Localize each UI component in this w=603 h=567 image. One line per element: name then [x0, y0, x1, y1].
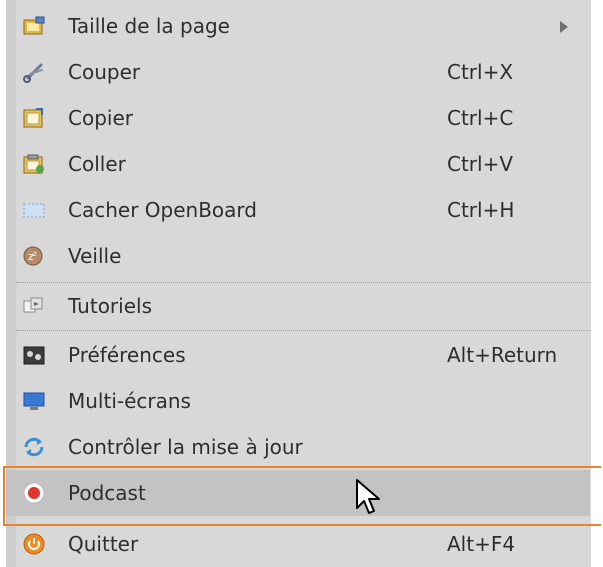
svg-text:z: z [33, 250, 37, 258]
multi-screen-icon [22, 390, 46, 412]
menu-item-tutorials[interactable]: Tutoriels [6, 283, 590, 329]
menu-item-hide-openboard[interactable]: Cacher OpenBoard Ctrl+H [6, 187, 590, 233]
menu-item-shortcut: Ctrl+C [447, 106, 514, 130]
menu-item-quit[interactable]: Quitter Alt+F4 [6, 521, 590, 567]
scissors-icon [22, 61, 46, 83]
menu-item-multi-screen[interactable]: Multi-écrans [6, 378, 590, 424]
page-size-icon [22, 15, 46, 37]
menu-item-shortcut: Alt+Return [447, 343, 558, 367]
menu-item-paste[interactable]: Coller Ctrl+V [6, 141, 590, 187]
menu-item-label: Veille [68, 244, 122, 268]
annotation-highlight-box [3, 466, 601, 526]
hide-window-icon [22, 199, 46, 221]
preferences-icon [22, 344, 46, 366]
menu-item-label: Couper [68, 60, 141, 84]
update-check-icon [22, 436, 46, 458]
menu-item-label: Taille de la page [68, 14, 230, 38]
menu-item-label: Copier [68, 106, 133, 130]
menu-item-label: Multi-écrans [68, 389, 191, 413]
menu-item-cut[interactable]: Couper Ctrl+X [6, 49, 590, 95]
tutorials-icon [22, 295, 46, 317]
menu-item-label: Préférences [68, 343, 186, 367]
power-icon [22, 533, 46, 555]
menu-item-check-update[interactable]: Contrôler la mise à jour [6, 424, 590, 470]
menu-item-copy[interactable]: Copier Ctrl+C [6, 95, 590, 141]
menu-item-shortcut: Ctrl+X [447, 60, 514, 84]
menu-item-shortcut: Ctrl+H [447, 198, 515, 222]
menu-item-label: Contrôler la mise à jour [68, 435, 303, 459]
menu-separator [16, 330, 590, 331]
menu-item-preferences[interactable]: Préférences Alt+Return [6, 332, 590, 378]
menu-item-shortcut: Alt+F4 [447, 532, 516, 556]
menu-item-label: Quitter [68, 532, 139, 556]
paste-icon [22, 153, 46, 175]
menu-item-label: Coller [68, 152, 126, 176]
menu-item-sleep[interactable]: zz Veille [6, 233, 590, 279]
submenu-arrow-icon [560, 21, 568, 33]
sleep-icon: zz [22, 245, 46, 267]
menu-item-page-size[interactable]: Taille de la page [6, 3, 590, 49]
copy-icon [22, 107, 46, 129]
menu-item-shortcut: Ctrl+V [447, 152, 514, 176]
mouse-pointer-icon [355, 478, 383, 518]
menu-item-label: Tutoriels [68, 294, 152, 318]
menu-item-label: Cacher OpenBoard [68, 198, 257, 222]
